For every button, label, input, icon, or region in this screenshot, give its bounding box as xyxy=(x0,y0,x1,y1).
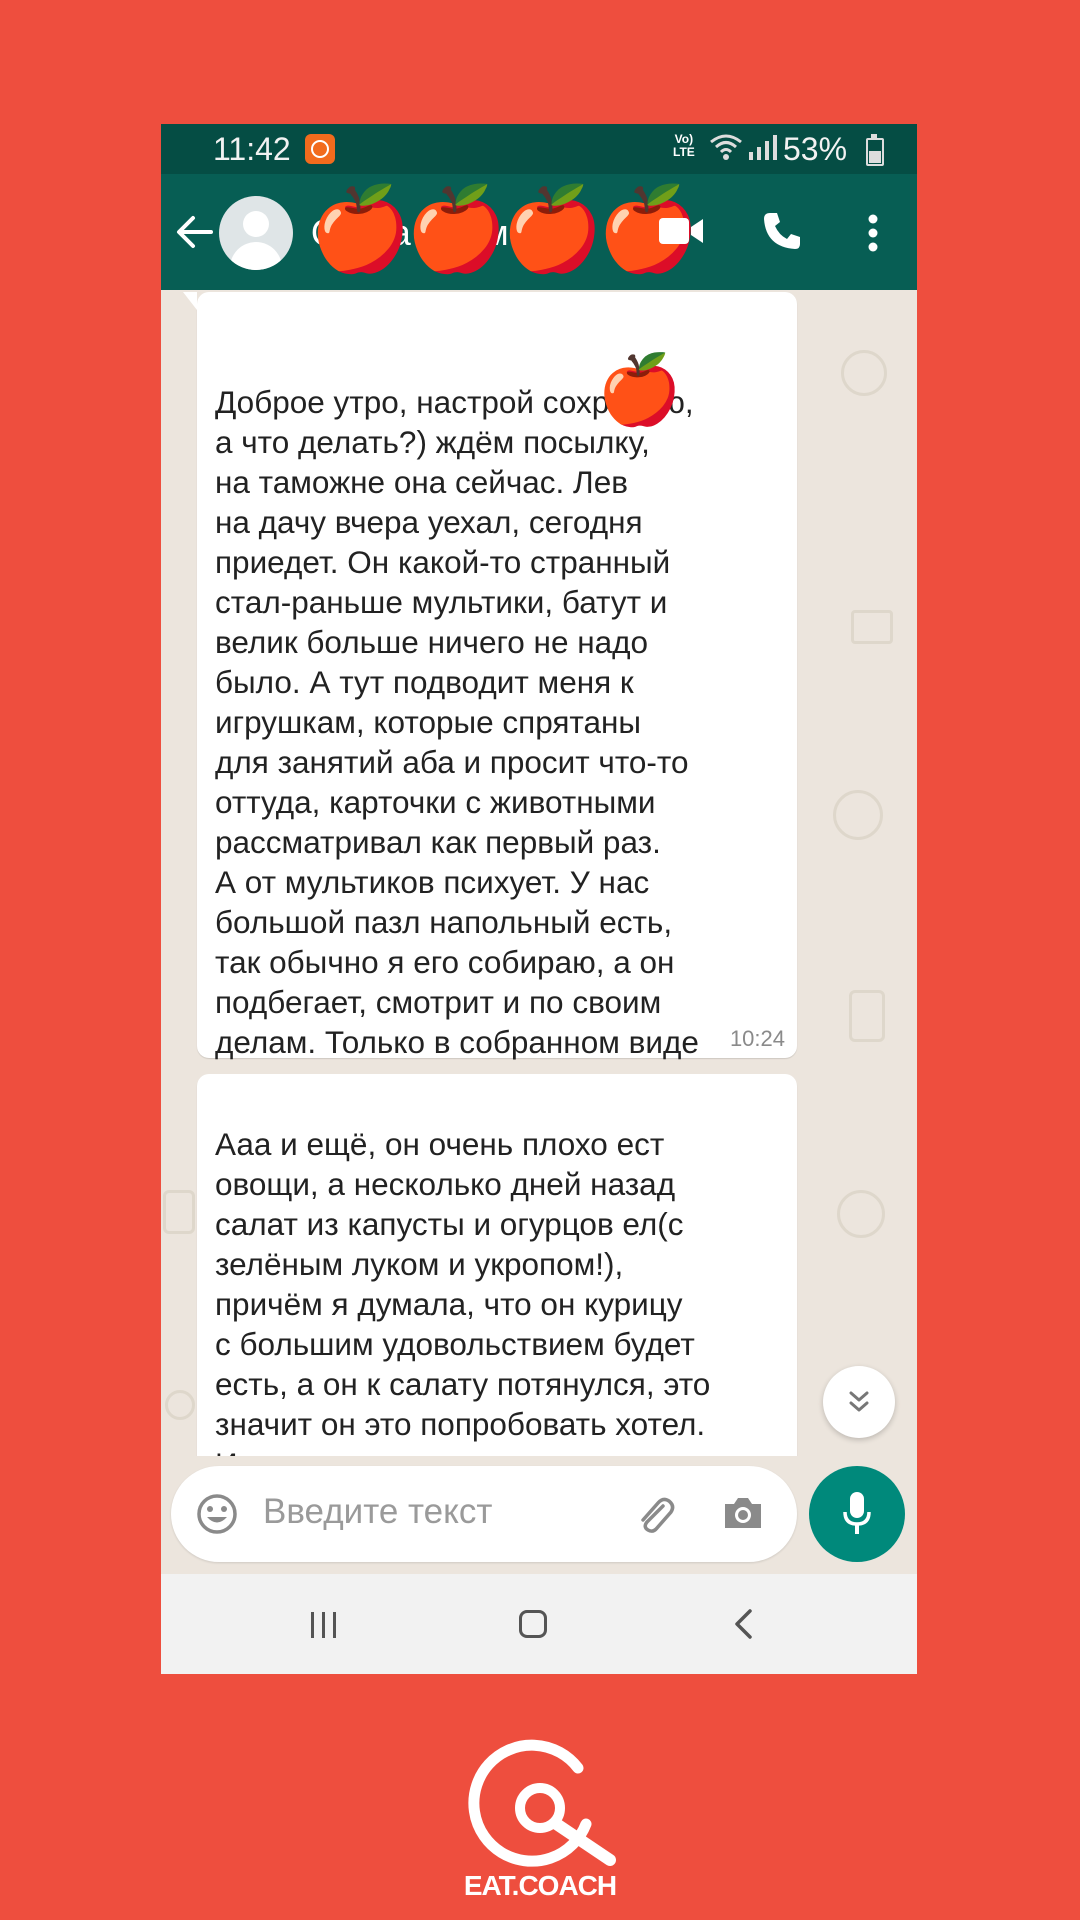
mic-button[interactable] xyxy=(809,1466,905,1562)
message-time: 10:24 xyxy=(729,1026,785,1051)
status-time: 11:42 xyxy=(213,131,291,167)
brand-name: EAT.COACH xyxy=(463,1870,617,1901)
chat-area[interactable]: Доброе утро, настрой сохраняю, а что дел… xyxy=(161,290,917,1456)
battery-icon xyxy=(866,134,884,166)
phone-screenshot: 11:42 Vo) LTE 53% Ольга Наумова 🍎🍎🍎🍎 Доб… xyxy=(161,124,917,1674)
nav-recent-icon[interactable] xyxy=(309,1610,339,1640)
battery-percent: 53% xyxy=(783,131,848,167)
message-input-bar: Введите текст xyxy=(161,1456,917,1574)
nav-home-icon[interactable] xyxy=(519,1610,547,1638)
notification-icon xyxy=(305,134,335,164)
back-arrow-icon[interactable] xyxy=(175,212,215,252)
nav-back-icon[interactable] xyxy=(733,1608,753,1640)
attach-icon[interactable] xyxy=(633,1492,677,1536)
apple-emoji-overlay: 🍎🍎🍎🍎 xyxy=(309,184,699,275)
apple-emoji-overlay: 🍎 xyxy=(597,352,682,428)
message-text: Доброе утро, настрой сохраняю, а что дел… xyxy=(215,384,707,1140)
message-bubble[interactable]: Ааа и ещё, он очень плохо ест овощи, а н… xyxy=(197,1074,797,1456)
input-placeholder[interactable]: Введите текст xyxy=(263,1492,492,1532)
video-call-icon[interactable] xyxy=(657,214,705,248)
volte-icon: Vo) LTE xyxy=(673,132,695,159)
scroll-down-icon xyxy=(849,1391,869,1412)
eat-coach-logo-icon xyxy=(468,1739,616,1867)
mic-icon xyxy=(843,1492,871,1534)
message-bubble[interactable]: Доброе утро, настрой сохраняю, а что дел… xyxy=(183,292,797,1140)
status-bar: 11:42 Vo) LTE 53% xyxy=(161,124,917,174)
message-input-field[interactable]: Введите текст xyxy=(171,1466,797,1562)
emoji-icon[interactable] xyxy=(195,1492,239,1536)
avatar[interactable] xyxy=(219,196,293,270)
signal-icon xyxy=(749,135,777,160)
more-vert-icon[interactable] xyxy=(867,214,879,252)
chat-header: Ольга Наумова 🍎🍎🍎🍎 xyxy=(161,174,917,290)
system-nav-bar xyxy=(161,1574,917,1674)
phone-icon[interactable] xyxy=(761,210,803,252)
message-text: Ааа и ещё, он очень плохо ест овощи, а н… xyxy=(215,1126,738,1456)
camera-icon[interactable] xyxy=(721,1494,765,1532)
wifi-icon xyxy=(710,134,742,160)
scroll-down-button[interactable] xyxy=(823,1366,895,1438)
